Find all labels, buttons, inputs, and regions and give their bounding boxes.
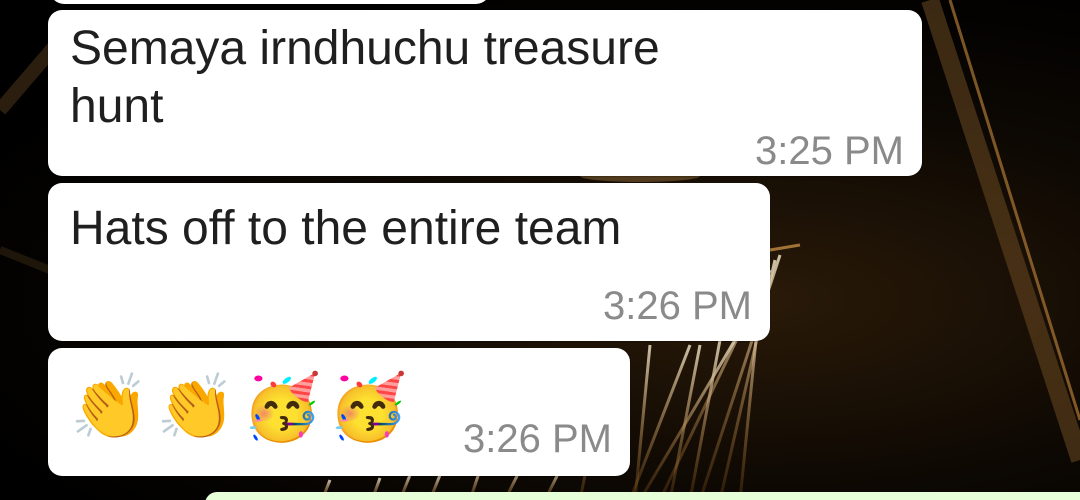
- message-bubble-emojis[interactable]: 👏 👏 🥳 🥳 3:26 PM: [48, 348, 630, 476]
- message-bubble-treasure-hunt[interactable]: Semaya irndhuchu treasure hunt 3:25 PM: [48, 10, 922, 176]
- partying-face-emoji: 🥳: [328, 371, 408, 445]
- message-text: Hats off to the entire team: [70, 202, 622, 255]
- message-timestamp: 3:25 PM: [755, 129, 904, 173]
- message-timestamp: 3:26 PM: [603, 284, 752, 328]
- previous-message-bubble[interactable]: [50, 0, 490, 4]
- message-timestamp: 3:26 PM: [463, 417, 612, 461]
- message-text-line1: Semaya irndhuchu treasure: [70, 22, 660, 75]
- partying-face-emoji: 🥳: [242, 371, 322, 445]
- message-bubble-hats-off[interactable]: Hats off to the entire team 3:26 PM: [48, 183, 770, 341]
- clapping-hands-emoji: 👏: [156, 371, 236, 445]
- outgoing-message-bubble[interactable]: [205, 492, 1080, 500]
- message-text-line2: hunt: [70, 80, 164, 133]
- clapping-hands-emoji: 👏: [70, 371, 150, 445]
- emoji-row: 👏 👏 🥳 🥳: [70, 368, 408, 448]
